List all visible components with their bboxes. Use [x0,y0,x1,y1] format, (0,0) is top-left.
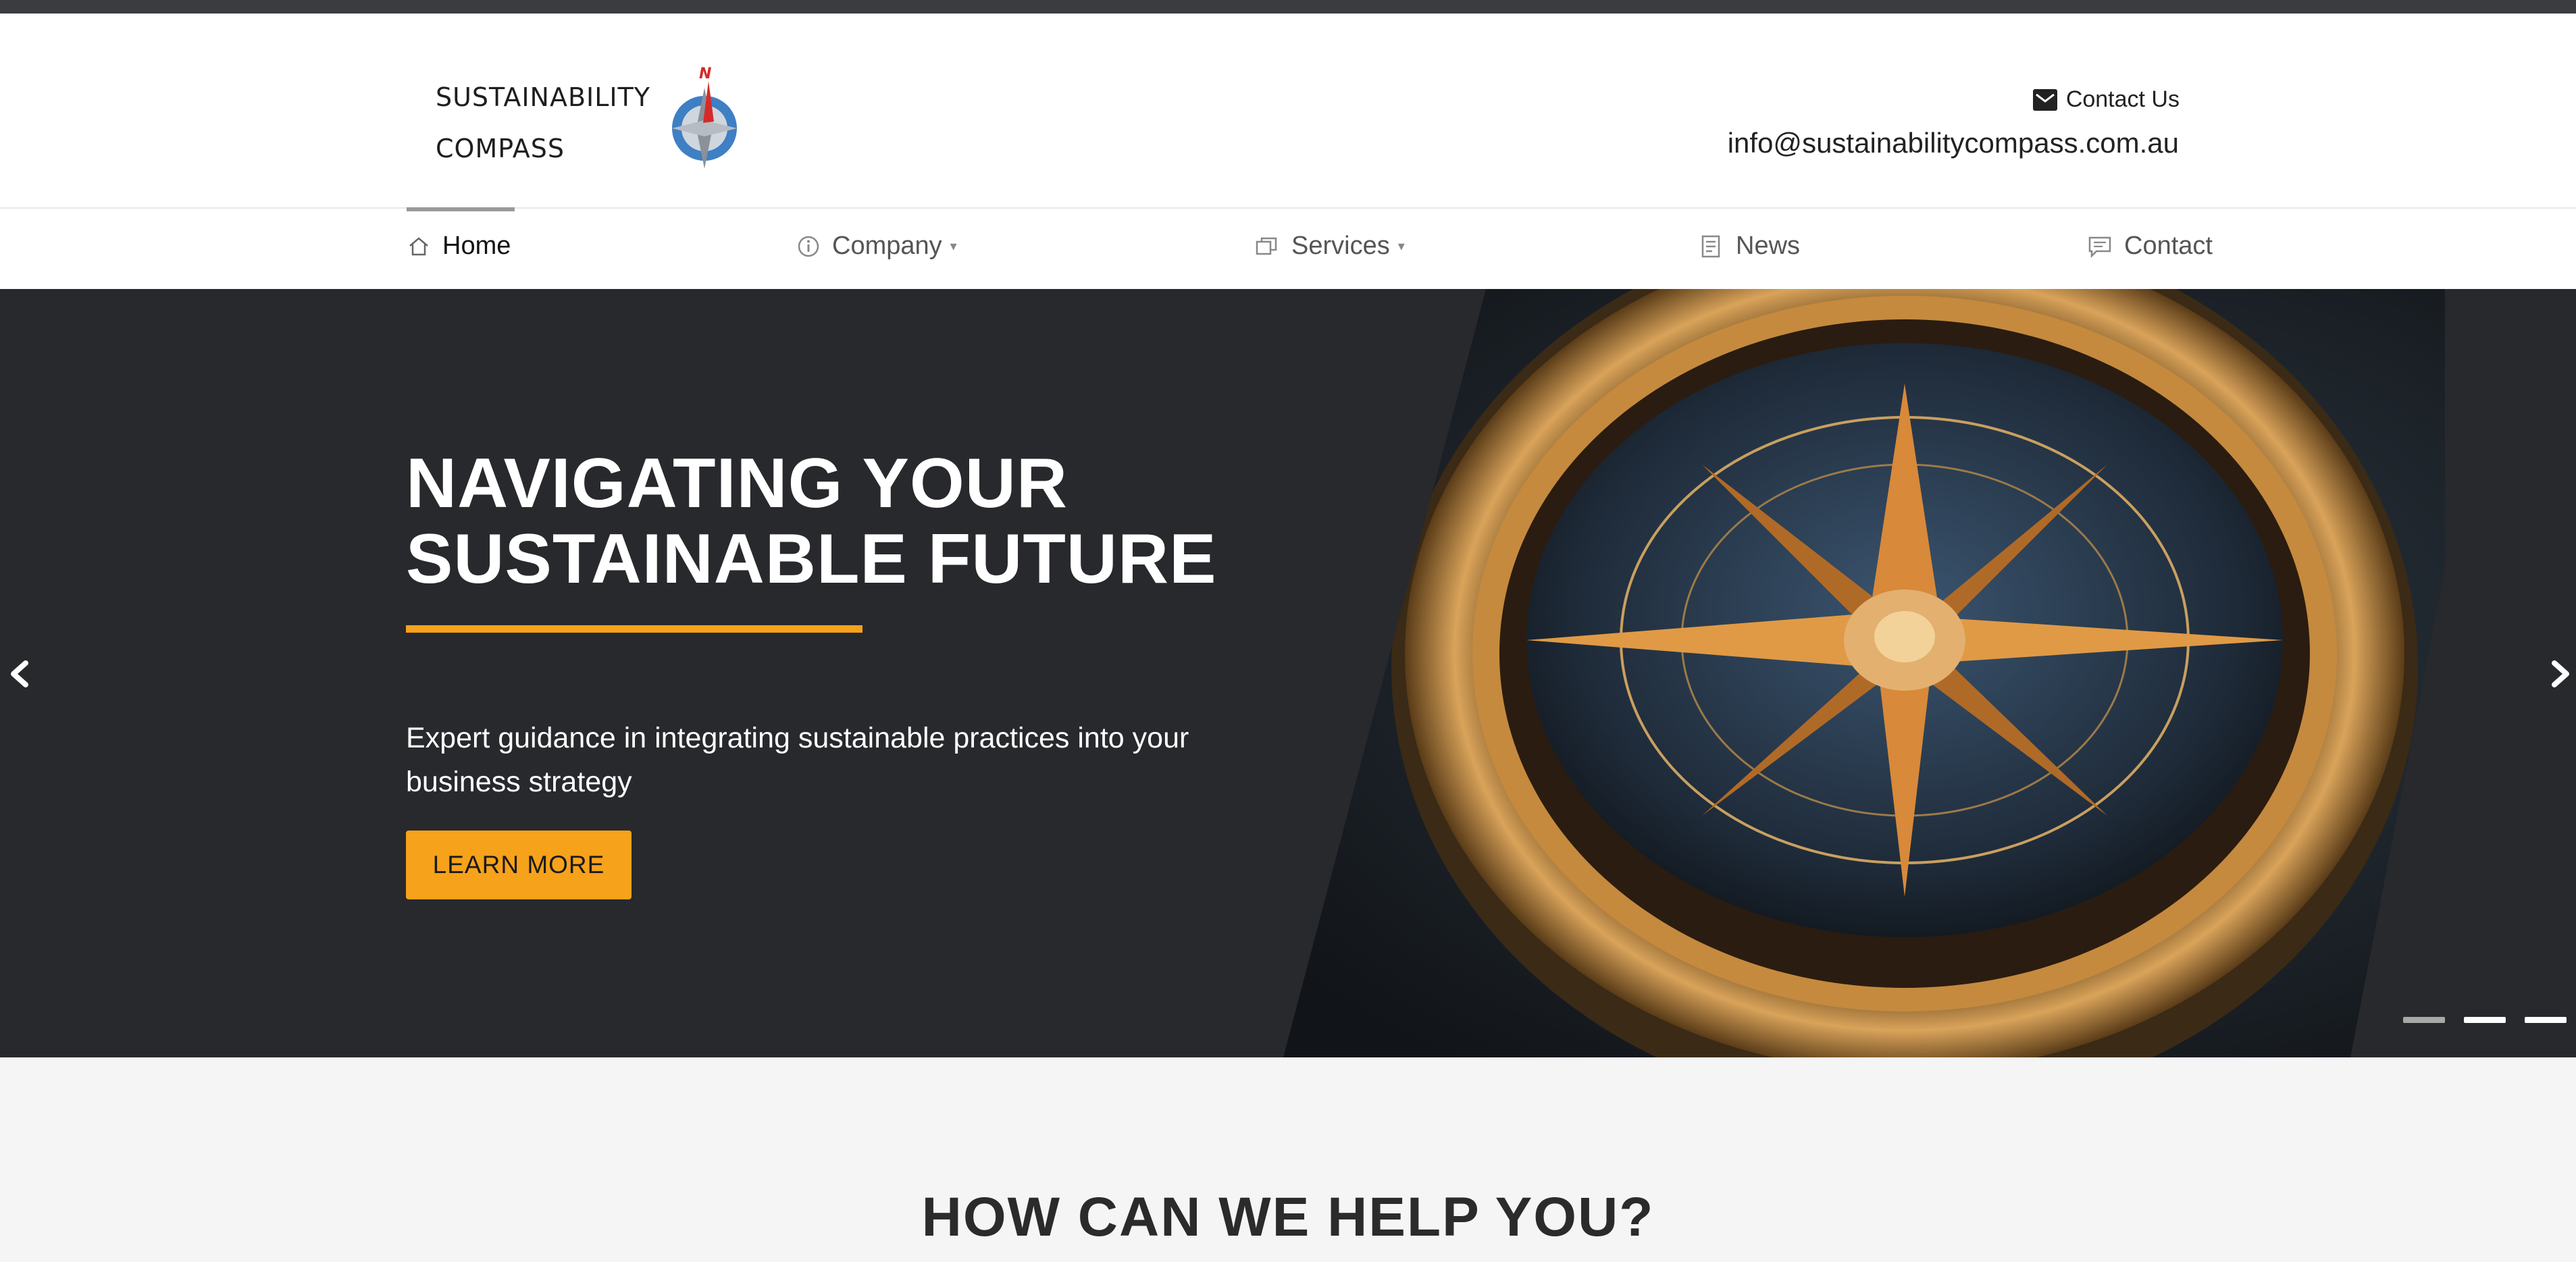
slider-dot-3[interactable] [2525,1017,2567,1023]
services-icon [1255,235,1279,258]
slider-next-button[interactable] [2540,647,2576,701]
slider-prev-button[interactable] [0,647,41,701]
compass-photo [1283,289,2499,1057]
news-icon [1701,234,1724,259]
chevron-right-icon [2552,660,2569,687]
contact-us-link[interactable]: Contact Us [2032,86,2180,113]
compass-logo-icon: N [672,65,737,169]
nav-label-home: Home [442,232,511,260]
hero-title: NAVIGATING YOUR SUSTAINABLE FUTURE [406,446,1217,597]
site-header: SUSTAINABILITY COMPASS N Contact Us info… [0,14,2576,207]
nav-item-news[interactable]: News [1701,232,1800,261]
chevron-left-icon [11,660,28,687]
logo-text-line1: SUSTAINABILITY [436,82,651,112]
hero-underline [406,625,862,633]
chevron-down-icon: ▾ [1397,239,1405,254]
main-nav: Home Company ▾ Services ▾ News Contact [0,207,2576,290]
section-title: HOW CAN WE HELP YOU? [921,1186,1655,1248]
top-bar [0,0,2576,14]
hero-title-line1: NAVIGATING YOUR [406,444,1068,523]
nav-item-contact[interactable]: Contact [2088,232,2213,261]
home-icon [407,235,430,258]
nav-label-company: Company [832,232,942,260]
slider-dot-1[interactable] [2403,1017,2445,1023]
svg-text:N: N [699,65,711,82]
learn-more-button[interactable]: LEARN MORE [406,831,632,899]
slider-dot-2[interactable] [2464,1017,2506,1023]
nav-item-home[interactable]: Home [407,232,511,261]
chat-icon [2088,235,2112,258]
slider-pagination [2403,1017,2567,1023]
contact-us-label: Contact Us [2065,86,2180,112]
hero-title-line2: SUSTAINABLE FUTURE [406,520,1217,598]
email-link[interactable]: info@sustainabilitycompass.com.au [1728,127,2179,159]
nav-item-company[interactable]: Company ▾ [797,232,957,261]
site-logo[interactable]: SUSTAINABILITY COMPASS N [436,54,753,189]
nav-label-contact: Contact [2124,232,2213,260]
nav-item-services[interactable]: Services ▾ [1255,232,1405,261]
nav-label-services: Services [1291,232,1390,260]
hero-slider: NAVIGATING YOUR SUSTAINABLE FUTURE Exper… [0,289,2576,1057]
envelope-icon [2032,88,2057,111]
nav-active-indicator [407,207,515,211]
chevron-down-icon: ▾ [950,239,957,254]
nav-label-news: News [1736,232,1801,260]
help-section: HOW CAN WE HELP YOU? [0,1057,2576,1262]
info-icon [797,235,820,258]
hero-text: Expert guidance in integrating sustainab… [406,722,1189,798]
logo-text-line2: COMPASS [436,134,565,163]
